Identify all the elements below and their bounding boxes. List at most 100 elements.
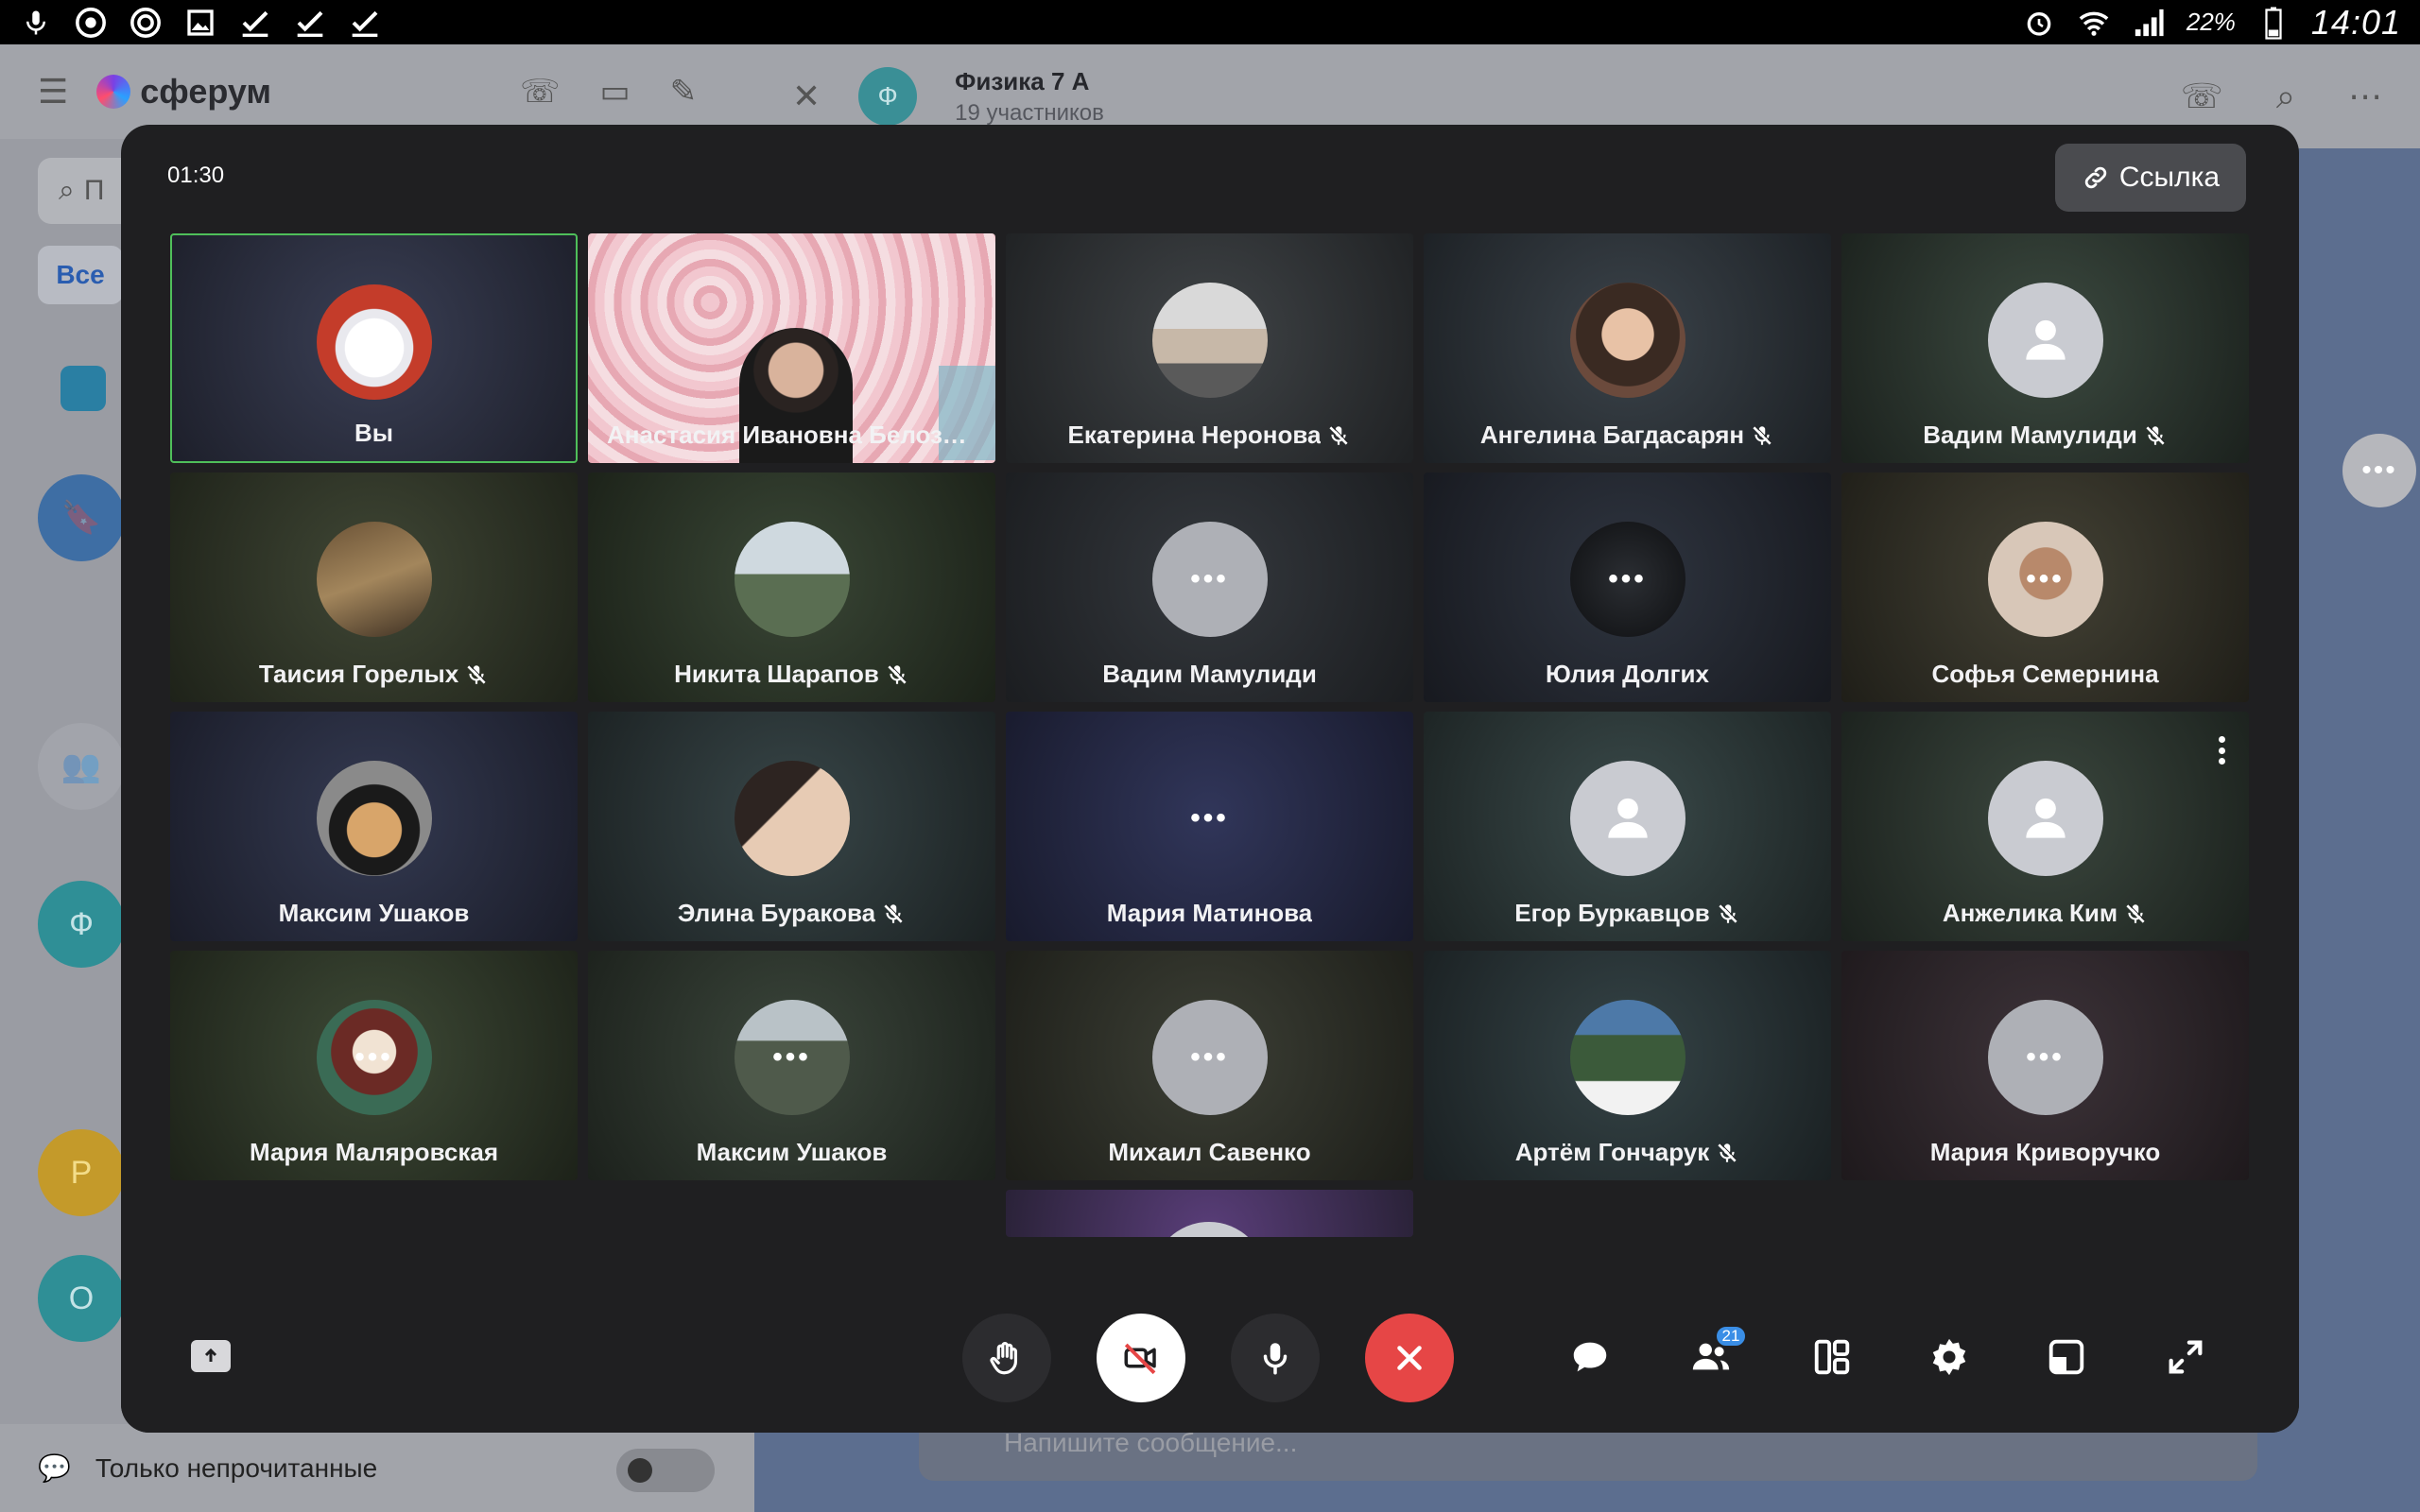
participant-avatar bbox=[1569, 283, 1685, 398]
video-call-window: 01:30 Ссылка Вы Анастасия Ивановна Белозе… bbox=[121, 125, 2299, 1433]
microphone-button[interactable] bbox=[1231, 1314, 1320, 1402]
participant-tile[interactable]: Ангелина Багдасарян bbox=[1424, 233, 1831, 463]
menu-icon[interactable]: ☰ bbox=[38, 72, 68, 112]
channel-icon bbox=[60, 366, 106, 411]
microphone-muted-icon bbox=[2123, 902, 2148, 926]
minimize-window-button[interactable] bbox=[2036, 1327, 2097, 1387]
search-icon[interactable]: ⌕ bbox=[2276, 77, 2295, 117]
participant-avatar bbox=[734, 522, 850, 637]
participant-name: Мария Маляровская bbox=[249, 1138, 499, 1166]
participants-button[interactable]: 21 bbox=[1681, 1325, 1747, 1387]
microphone-muted-icon bbox=[1715, 1141, 1739, 1165]
participant-name: Таисия Горелых bbox=[170, 660, 578, 689]
more-options-button[interactable]: ••• bbox=[2342, 434, 2416, 507]
clock: 14:01 bbox=[2310, 2, 2401, 42]
signal-icon bbox=[2132, 6, 2166, 40]
participant-tile[interactable]: ••• Максим Ушаков bbox=[588, 951, 995, 1180]
participant-avatar bbox=[1151, 1222, 1267, 1237]
new-call-icon[interactable]: ☏ bbox=[520, 73, 561, 111]
alarm-icon bbox=[2022, 6, 2056, 40]
participant-tile[interactable]: Егор Буркавцов bbox=[1424, 712, 1831, 941]
microphone-muted-icon bbox=[1716, 902, 1740, 926]
raise-hand-button[interactable] bbox=[962, 1314, 1051, 1402]
participant-tile[interactable]: Артём Гончарук bbox=[1424, 951, 1831, 1180]
more-icon[interactable]: ⋯ bbox=[2348, 77, 2382, 116]
close-chat-icon[interactable]: ✕ bbox=[792, 77, 821, 116]
participant-tile[interactable] bbox=[1006, 1190, 1413, 1237]
participant-tile[interactable]: ••• Мария Маляровская bbox=[170, 951, 578, 1180]
participant-name: Екатерина Неронова bbox=[1006, 421, 1413, 450]
participant-tile[interactable]: Максим Ушаков bbox=[170, 712, 578, 941]
chat-button[interactable] bbox=[1560, 1327, 1620, 1387]
chat-avatar[interactable]: Ф bbox=[38, 881, 125, 968]
compose-icon[interactable]: ✎ bbox=[670, 73, 698, 111]
chat-subtitle: 19 участников bbox=[955, 99, 1104, 126]
participant-avatar bbox=[316, 284, 432, 400]
participant-avatar: ••• bbox=[734, 1000, 850, 1115]
participant-tile[interactable]: Анастасия Ивановна Белозер... bbox=[588, 233, 995, 463]
self-tile[interactable]: Вы bbox=[170, 233, 578, 463]
unread-only-label: Только непрочитанные bbox=[95, 1452, 378, 1483]
settings-button[interactable] bbox=[1919, 1327, 1979, 1387]
participant-name: Максим Ушаков bbox=[278, 899, 470, 927]
participant-tile[interactable]: ••• Вадим Мамулиди bbox=[1006, 472, 1413, 702]
copy-link-button[interactable]: Ссылка bbox=[2055, 144, 2246, 212]
upload-icon bbox=[204, 1348, 217, 1362]
microphone-muted-icon bbox=[2143, 423, 2168, 448]
participant-name: Артём Гончарук bbox=[1424, 1138, 1831, 1167]
participant-tile[interactable]: Элина Буракова bbox=[588, 712, 995, 941]
close-icon bbox=[1397, 1346, 1422, 1370]
unread-filter-bar: 💬 Только непрочитанные bbox=[0, 1424, 754, 1512]
participant-avatar: ••• bbox=[316, 1000, 432, 1115]
tile-menu-icon[interactable] bbox=[2217, 736, 2226, 765]
loading-dots-icon: ••• bbox=[2026, 563, 2065, 594]
archive-icon[interactable]: ▭ bbox=[600, 73, 631, 111]
loading-dots-icon: ••• bbox=[1190, 1041, 1229, 1073]
participant-tile[interactable]: ••• Мария Матинова bbox=[1006, 712, 1413, 941]
participant-tile[interactable]: ••• Михаил Савенко bbox=[1006, 951, 1413, 1180]
participant-tile[interactable]: Екатерина Неронова bbox=[1006, 233, 1413, 463]
participant-avatar: ••• bbox=[1569, 522, 1685, 637]
layout-button[interactable] bbox=[1802, 1327, 1862, 1387]
call-controls: 21 bbox=[121, 1272, 2299, 1433]
participant-tile[interactable]: Вадим Мамулиди bbox=[1841, 233, 2249, 463]
participant-tile[interactable]: ••• Юлия Долгих bbox=[1424, 472, 1831, 702]
participant-name: Вадим Мамулиди bbox=[1102, 660, 1317, 688]
phone-icon[interactable]: ☏ bbox=[2181, 77, 2223, 116]
participant-avatar: ••• bbox=[1987, 1000, 2103, 1115]
participant-tile[interactable]: ••• Софья Семернина bbox=[1841, 472, 2249, 702]
microphone-muted-icon bbox=[881, 902, 906, 926]
participant-tile[interactable]: ••• Мария Криворучко bbox=[1841, 951, 2249, 1180]
layout-grid-icon bbox=[1814, 1339, 1850, 1375]
gear-icon bbox=[1932, 1338, 1966, 1376]
chat-avatar[interactable]: Р bbox=[38, 1129, 125, 1216]
loading-dots-icon: ••• bbox=[2026, 1041, 2065, 1073]
end-call-button[interactable] bbox=[1365, 1314, 1454, 1402]
timer-status-icon bbox=[129, 6, 163, 40]
microphone-muted-icon bbox=[464, 662, 489, 687]
check-status-icon bbox=[348, 6, 382, 40]
camera-toggle-button[interactable] bbox=[1097, 1314, 1185, 1402]
chat-header-avatar: Ф bbox=[858, 67, 918, 126]
call-timer: 01:30 bbox=[167, 163, 225, 188]
microphone-status-icon bbox=[19, 6, 53, 40]
status-bar: 22% 14:01 bbox=[0, 0, 2420, 44]
participant-name: Мария Матинова bbox=[1106, 899, 1313, 927]
participant-tile[interactable]: Никита Шарапов bbox=[588, 472, 995, 702]
chat-avatar[interactable]: О bbox=[38, 1255, 125, 1342]
check-status-icon bbox=[238, 6, 272, 40]
participant-name: Юлия Долгих bbox=[1546, 660, 1709, 688]
bookmarks-icon[interactable]: 🔖 bbox=[38, 474, 125, 561]
filter-all[interactable]: Все bbox=[38, 246, 123, 304]
loading-dots-icon: ••• bbox=[354, 1041, 393, 1073]
screen-share-button[interactable] bbox=[191, 1340, 231, 1372]
participant-avatar bbox=[1569, 1000, 1685, 1115]
fullscreen-button[interactable] bbox=[2155, 1327, 2216, 1387]
check-status-icon bbox=[293, 6, 327, 40]
participant-avatar bbox=[1987, 761, 2103, 876]
contacts-icon[interactable]: 👥 bbox=[38, 723, 125, 810]
participant-tile[interactable]: Анжелика Ким bbox=[1841, 712, 2249, 941]
participant-tile[interactable]: Таисия Горелых bbox=[170, 472, 578, 702]
participant-name: Ангелина Багдасарян bbox=[1424, 421, 1831, 450]
unread-only-toggle[interactable] bbox=[616, 1449, 715, 1492]
